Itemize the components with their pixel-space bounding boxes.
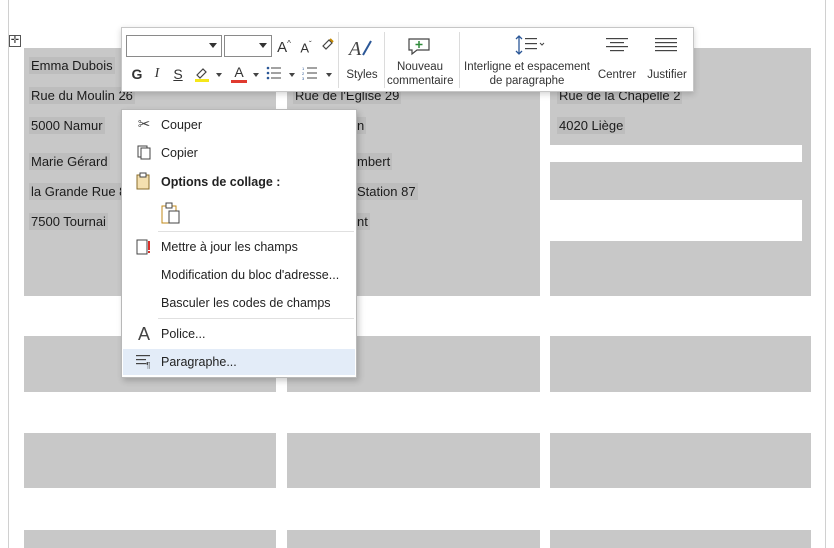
italic-button[interactable]: I bbox=[151, 66, 163, 82]
cell-gap bbox=[550, 145, 802, 162]
svg-text:3: 3 bbox=[302, 76, 305, 80]
new-comment-label[interactable]: Nouveau commentaire bbox=[387, 60, 453, 88]
menu-item-copy[interactable]: Copier bbox=[123, 140, 355, 166]
cell-gap bbox=[550, 145, 551, 146]
table-move-handle-icon[interactable]: ✛ bbox=[9, 35, 21, 47]
chevron-down-icon[interactable] bbox=[326, 73, 332, 77]
menu-separator bbox=[158, 231, 354, 232]
copy-icon bbox=[135, 144, 153, 162]
menu-item-paragraph[interactable]: ¶ Paragraphe... bbox=[123, 349, 355, 375]
chevron-down-icon[interactable] bbox=[216, 73, 222, 77]
justify-icon[interactable] bbox=[655, 37, 677, 56]
toolbar-separator bbox=[459, 32, 460, 88]
address-street-partial: Station 87 bbox=[355, 183, 418, 200]
mini-formatting-toolbar: A^ Aˇ G I S A 123 A Styles Nouveau comme… bbox=[121, 27, 694, 92]
font-name-combobox[interactable] bbox=[126, 35, 222, 57]
new-comment-icon[interactable] bbox=[406, 34, 432, 56]
font-size-combobox[interactable] bbox=[224, 35, 272, 57]
grow-font-icon[interactable]: A^ bbox=[276, 36, 292, 56]
address-name: Emma Dubois bbox=[29, 57, 115, 74]
center-label: Centrer bbox=[597, 69, 637, 81]
cell-edge bbox=[802, 145, 811, 162]
cell-gap bbox=[550, 200, 802, 241]
paste-options-heading-row: Options de collage : bbox=[123, 168, 355, 194]
font-color-swatch bbox=[231, 80, 247, 83]
menu-item-cut[interactable]: ✂ Couper bbox=[123, 112, 355, 138]
clipboard-icon bbox=[135, 172, 151, 193]
chevron-down-icon[interactable] bbox=[253, 73, 259, 77]
address-name: Marie Gérard bbox=[29, 153, 110, 170]
toolbar-separator bbox=[338, 32, 339, 88]
chevron-down-icon bbox=[209, 43, 217, 48]
address-city: 4020 Liège bbox=[557, 117, 626, 134]
menu-item-toggle-field-codes[interactable]: Basculer les codes de champs bbox=[123, 290, 355, 316]
paste-keep-text-icon[interactable] bbox=[160, 202, 182, 226]
styles-label: Styles bbox=[346, 69, 378, 81]
underline-button[interactable]: S bbox=[172, 66, 184, 82]
justify-label: Justifier bbox=[647, 69, 687, 81]
cell-edge bbox=[802, 200, 811, 241]
menu-separator bbox=[158, 318, 354, 319]
cell-gap bbox=[540, 240, 550, 241]
toolbar-separator bbox=[384, 32, 385, 88]
highlight-color-icon[interactable] bbox=[193, 64, 211, 85]
shrink-font-icon[interactable]: Aˇ bbox=[298, 37, 314, 56]
numbering-icon[interactable]: 123 bbox=[302, 66, 318, 83]
font-icon: A bbox=[137, 324, 150, 344]
update-field-icon bbox=[135, 238, 153, 256]
format-painter-icon[interactable] bbox=[319, 36, 337, 55]
font-color-icon[interactable]: A bbox=[230, 64, 248, 83]
scissors-icon: ✂ bbox=[137, 116, 151, 133]
address-street: Rue du Moulin 26 bbox=[29, 87, 135, 104]
menu-item-font[interactable]: A Police... bbox=[123, 321, 355, 347]
bullets-icon[interactable] bbox=[266, 66, 282, 83]
row-gutter bbox=[24, 488, 811, 530]
paragraph-icon: ¶ bbox=[135, 353, 153, 371]
address-name-partial: mbert bbox=[355, 153, 393, 170]
address-city: 5000 Namur bbox=[29, 117, 105, 134]
styles-icon[interactable]: A bbox=[347, 35, 375, 61]
svg-text:A: A bbox=[347, 38, 362, 60]
chevron-down-icon[interactable] bbox=[289, 73, 295, 77]
svg-text:¶: ¶ bbox=[146, 361, 150, 369]
line-spacing-label[interactable]: Interligne et espacement de paragraphe bbox=[462, 60, 592, 88]
bold-button[interactable]: G bbox=[130, 66, 144, 82]
line-spacing-icon[interactable] bbox=[514, 34, 545, 56]
menu-item-edit-address-block[interactable]: Modification du bloc d'adresse... bbox=[123, 262, 355, 288]
address-city-partial: nt bbox=[355, 213, 370, 230]
menu-item-update-fields[interactable]: Mettre à jour les champs bbox=[123, 234, 355, 260]
address-street: la Grande Rue 8 bbox=[29, 183, 129, 200]
chevron-down-icon bbox=[259, 43, 267, 48]
context-menu: ✂ Couper Copier Options de collage : Met… bbox=[121, 109, 357, 378]
align-center-icon[interactable] bbox=[606, 37, 628, 56]
address-city: 7500 Tournai bbox=[29, 213, 108, 230]
row-gutter bbox=[24, 392, 811, 433]
